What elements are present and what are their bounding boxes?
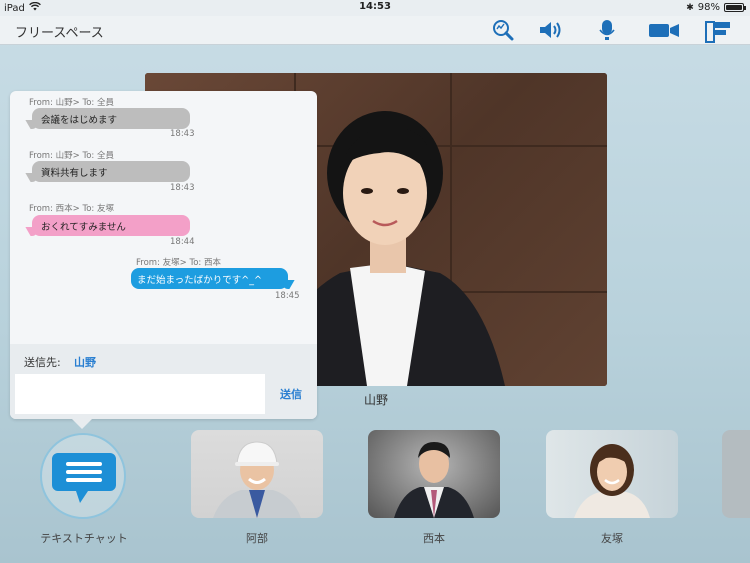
participant-video-image [213, 441, 301, 518]
participant-thumbnail-partial[interactable] [722, 430, 750, 518]
message-bubble: おくれてすみません [32, 215, 190, 236]
battery-percent: 98% [697, 2, 720, 13]
participant-name: 友塚 [601, 532, 623, 545]
participant-name: 阿部 [246, 532, 268, 545]
chat-popover: From: 山野> To: 全員 会議をはじめます 18:43 From: 山野… [10, 91, 317, 429]
chat-bubble-icon [52, 449, 116, 511]
nav-bar: フリースペース [0, 16, 750, 45]
message-time: 18:43 [170, 129, 195, 139]
message-time: 18:44 [170, 237, 195, 247]
message-meta: From: 山野> To: 全員 [29, 98, 114, 108]
speaker-icon[interactable] [537, 18, 563, 42]
message-meta: From: 山野> To: 全員 [29, 151, 114, 161]
popover-arrow [72, 419, 92, 429]
status-bar: iPad 14:53 ✱ 98% [0, 0, 750, 16]
message-meta: From: 西本> To: 友塚 [29, 204, 114, 214]
message-bubble: 会議をはじめます [32, 108, 190, 129]
recipient-label: 送信先: [24, 356, 61, 369]
search-zoom-icon[interactable] [490, 18, 516, 42]
send-area: 送信先: 山野 送信 [10, 344, 317, 419]
message-time: 18:45 [275, 291, 300, 301]
video-camera-icon[interactable] [647, 18, 681, 42]
participant-thumbnail-nishimoto[interactable] [368, 430, 500, 518]
message-time: 18:43 [170, 183, 195, 193]
participant-video-image [394, 442, 474, 518]
battery-icon [724, 3, 746, 12]
page-title: フリースペース [15, 26, 104, 41]
send-button[interactable]: 送信 [268, 374, 314, 414]
participant-name: 西本 [423, 532, 445, 545]
bluetooth-icon: ✱ [686, 2, 694, 13]
participant-video-image [574, 444, 650, 518]
message-bubble: 資料共有します [32, 161, 190, 182]
participant-thumbnail-tomotsuka[interactable] [546, 430, 678, 518]
message-meta: From: 友塚> To: 西本 [136, 258, 221, 268]
participant-thumbnail-abe[interactable] [191, 430, 323, 518]
microphone-icon[interactable] [594, 18, 620, 42]
clock: 14:53 [359, 1, 391, 12]
message-bubble: まだ始まったばかりです^_^ [131, 268, 288, 289]
recipient-name[interactable]: 山野 [74, 354, 96, 370]
text-chat-button[interactable] [40, 433, 126, 519]
message-input[interactable] [15, 374, 265, 414]
text-chat-label: テキストチャット [40, 532, 128, 545]
screen-share-icon[interactable] [704, 18, 734, 43]
